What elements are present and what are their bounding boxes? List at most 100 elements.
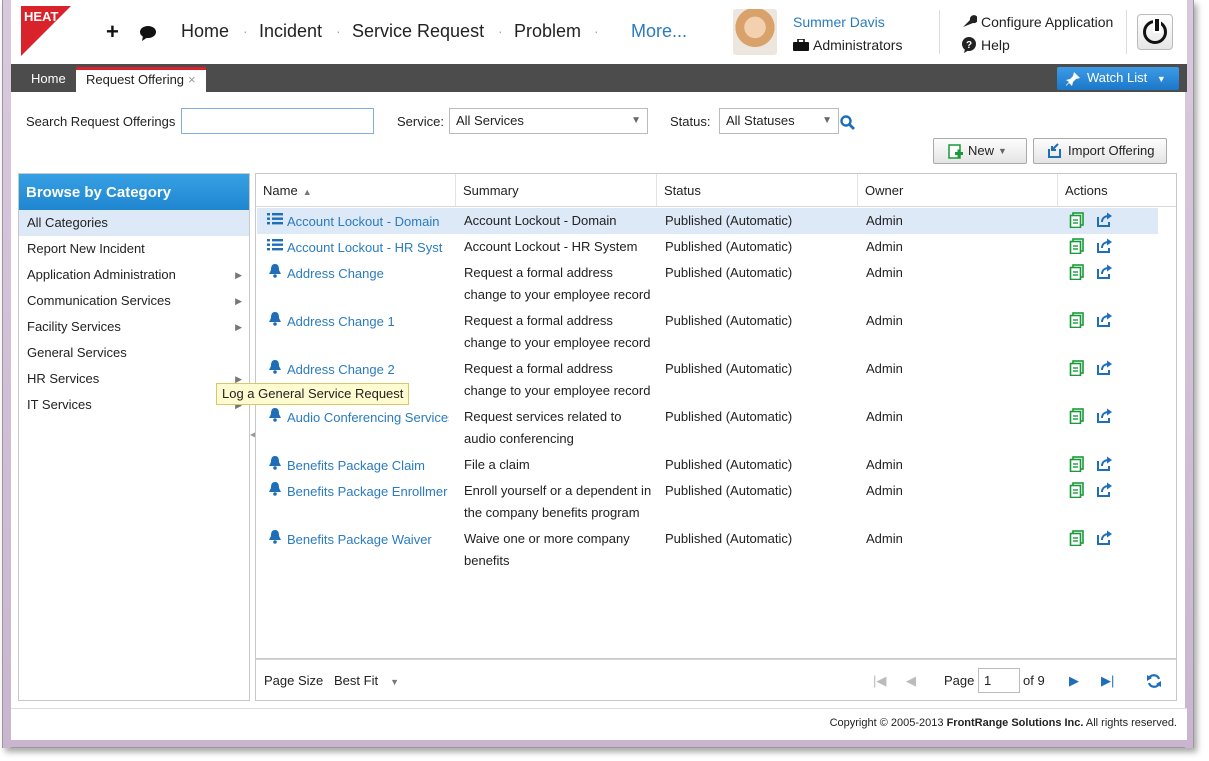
help-label: Help: [981, 37, 1010, 53]
column-header-owner[interactable]: Owner: [858, 174, 1058, 206]
chat-icon[interactable]: [139, 21, 157, 47]
page-size-select[interactable]: Best Fit ▼: [334, 673, 399, 688]
search-label: Search Request Offerings: [26, 114, 176, 129]
copy-offering-icon[interactable]: [1069, 238, 1085, 255]
copy-offering-icon[interactable]: [1069, 456, 1085, 473]
last-page-icon[interactable]: ▶|: [1101, 673, 1114, 689]
logout-button[interactable]: [1137, 14, 1173, 50]
offering-name-link[interactable]: Benefits Package Enrollmer: [267, 480, 449, 503]
offering-name-link[interactable]: Address Change 2: [267, 358, 449, 381]
copy-offering-icon[interactable]: [1069, 212, 1085, 229]
nav-more[interactable]: More...: [631, 21, 687, 42]
table-row[interactable]: Account Lockout - HR Syst Account Lockout…: [257, 234, 1158, 260]
chevron-right-icon: ▶: [235, 322, 242, 332]
offering-name: Address Change 1: [287, 314, 395, 329]
publish-offering-icon[interactable]: [1096, 408, 1112, 424]
offering-owner: Admin: [866, 265, 903, 280]
first-page-icon[interactable]: |◀: [873, 673, 886, 689]
offering-name-link[interactable]: Benefits Package Claim: [267, 454, 449, 477]
column-header-status[interactable]: Status: [657, 174, 858, 206]
briefcase-icon: [793, 38, 809, 51]
copyright-suffix: All rights reserved.: [1083, 717, 1177, 729]
help-link[interactable]: ? Help: [961, 37, 1010, 53]
copy-offering-icon[interactable]: [1069, 264, 1085, 281]
offering-name-link[interactable]: Address Change 1: [267, 310, 449, 333]
wrench-icon: [963, 15, 978, 27]
page-number-input[interactable]: 1: [978, 668, 1020, 693]
configure-application-link[interactable]: Configure Application: [961, 14, 1113, 30]
table-row[interactable]: Account Lockout - Domain Account Lockout …: [257, 208, 1158, 234]
service-select[interactable]: All Services ▼: [449, 108, 648, 134]
offering-summary: Request a formal address change to your e…: [464, 358, 659, 402]
category-all[interactable]: All Categories: [19, 210, 249, 236]
watch-list-button[interactable]: Watch List ▼: [1057, 67, 1179, 90]
table-row[interactable]: Benefits Package Claim File a claim Publis…: [257, 452, 1158, 478]
offering-name-link[interactable]: Address Change: [267, 262, 449, 285]
search-icon[interactable]: [840, 115, 856, 131]
table-row[interactable]: Audio Conferencing Services Request servi…: [257, 404, 1158, 452]
column-header-label: Summary: [463, 183, 519, 198]
table-row[interactable]: Address Change Request a formal address ch…: [257, 260, 1158, 308]
publish-offering-icon[interactable]: [1096, 312, 1112, 328]
tab-home[interactable]: Home: [21, 67, 76, 92]
top-header: HEAT + Home · Incident · Service Request…: [11, 0, 1187, 64]
copy-offering-icon[interactable]: [1069, 408, 1085, 425]
user-role[interactable]: Administrators: [793, 37, 902, 53]
publish-offering-icon[interactable]: [1096, 264, 1112, 280]
search-input[interactable]: [181, 108, 374, 134]
offering-name-link[interactable]: Audio Conferencing Services: [267, 406, 449, 429]
category-application-administration[interactable]: Application Administration ▶: [19, 262, 249, 288]
category-it-services[interactable]: IT Services ▶: [19, 392, 249, 418]
column-header-summary[interactable]: Summary: [456, 174, 657, 206]
header-divider: [1126, 10, 1127, 54]
previous-page-icon[interactable]: ◀: [906, 673, 916, 689]
column-header-name[interactable]: Name ▲: [256, 174, 456, 206]
publish-offering-icon[interactable]: [1096, 456, 1112, 472]
nav-problem[interactable]: Problem: [514, 21, 581, 42]
category-report-new-incident[interactable]: Report New Incident: [19, 236, 249, 262]
user-name-link[interactable]: Summer Davis: [793, 14, 885, 30]
new-button[interactable]: New ▼: [933, 138, 1027, 164]
offering-name-link[interactable]: Account Lockout - Domain: [267, 210, 449, 233]
nav-incident[interactable]: Incident: [259, 21, 322, 42]
avatar[interactable]: [733, 9, 777, 55]
refresh-icon[interactable]: [1146, 673, 1162, 689]
table-row[interactable]: Benefits Package Waiver Waive one or more…: [257, 526, 1158, 574]
bell-icon: [267, 262, 283, 284]
publish-offering-icon[interactable]: [1096, 360, 1112, 376]
copy-offering-icon[interactable]: [1069, 360, 1085, 377]
status-label: Status:: [670, 114, 711, 129]
category-hr-services[interactable]: HR Services ▶: [19, 366, 249, 392]
publish-offering-icon[interactable]: [1096, 530, 1112, 546]
plus-icon[interactable]: +: [106, 19, 119, 45]
category-facility-services[interactable]: Facility Services ▶: [19, 314, 249, 340]
offering-name-link[interactable]: Benefits Package Waiver: [267, 528, 449, 551]
new-label: New: [968, 143, 995, 158]
category-communication-services[interactable]: Communication Services ▶: [19, 288, 249, 314]
publish-offering-icon[interactable]: [1096, 238, 1112, 254]
close-icon[interactable]: ×: [188, 72, 196, 87]
copy-offering-icon[interactable]: [1069, 312, 1085, 329]
copy-offering-icon[interactable]: [1069, 530, 1085, 547]
nav-service-request[interactable]: Service Request: [352, 21, 484, 42]
nav-home[interactable]: Home: [181, 21, 229, 42]
service-label: Service:: [397, 114, 444, 129]
watch-list-label: Watch List: [1087, 70, 1148, 85]
heat-logo[interactable]: HEAT: [21, 6, 71, 56]
import-offering-button[interactable]: Import Offering: [1033, 138, 1167, 164]
import-offering-label: Import Offering: [1068, 143, 1155, 158]
offering-name-link[interactable]: Account Lockout - HR Syst: [267, 236, 449, 259]
offering-name: Account Lockout - Domain: [287, 214, 440, 229]
publish-offering-icon[interactable]: [1096, 482, 1112, 498]
copy-offering-icon[interactable]: [1069, 482, 1085, 499]
page-size-value: Best Fit: [334, 673, 379, 688]
next-page-icon[interactable]: ▶: [1069, 673, 1079, 689]
import-icon: [1048, 143, 1061, 158]
table-row[interactable]: Benefits Package Enrollmer Enroll yoursel…: [257, 478, 1158, 526]
status-select[interactable]: All Statuses ▼: [719, 108, 839, 134]
table-row[interactable]: Address Change 1 Request a formal address…: [257, 308, 1158, 356]
publish-offering-icon[interactable]: [1096, 212, 1112, 228]
tab-request-offering[interactable]: Request Offering ×: [76, 67, 206, 92]
category-general-services[interactable]: General Services: [19, 340, 249, 366]
offering-name: Address Change 2: [287, 362, 395, 377]
